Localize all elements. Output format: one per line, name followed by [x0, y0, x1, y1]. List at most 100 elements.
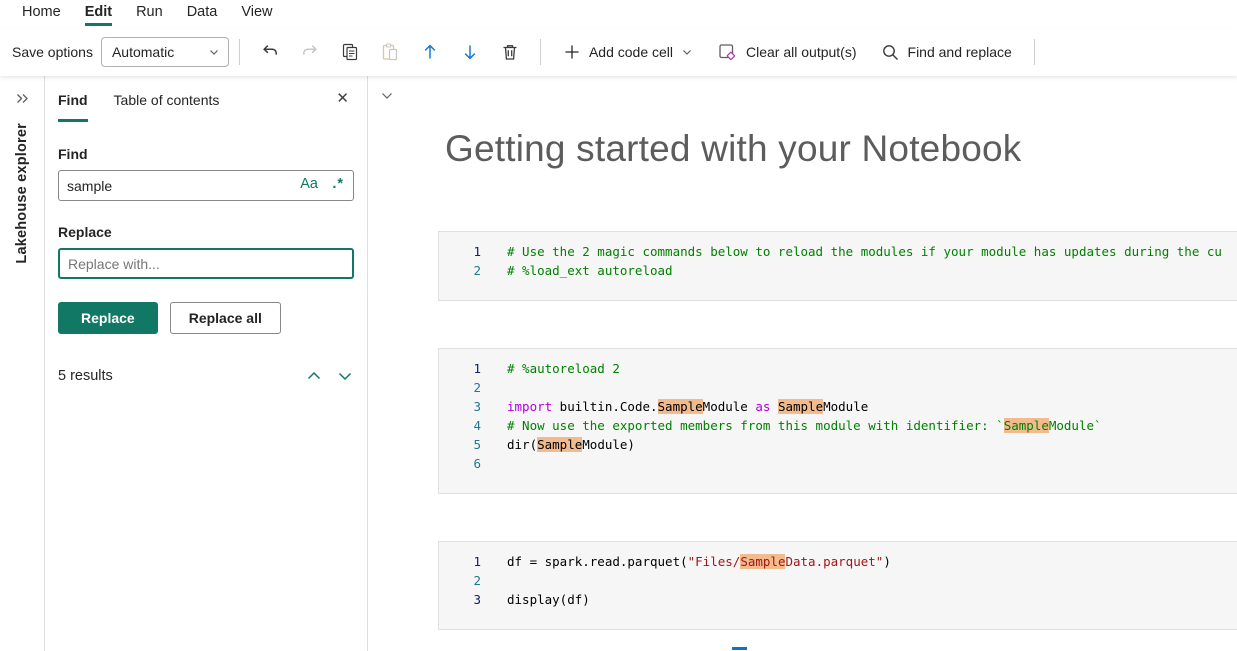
- code-cell[interactable]: 1 # Use the 2 magic commands below to rel…: [438, 231, 1237, 301]
- find-and-replace-button[interactable]: Find and replace: [869, 32, 1024, 72]
- chevron-down-icon: [336, 367, 354, 385]
- replace-label: Replace: [58, 224, 354, 240]
- notebook-canvas: Getting started with your Notebook 1 # Us…: [368, 76, 1237, 651]
- chevron-up-icon: [305, 367, 323, 385]
- search-match-highlight: Sample: [537, 437, 582, 452]
- line-number: 3: [439, 397, 481, 416]
- code-line: 4 # Now use the exported members from thi…: [439, 416, 1237, 435]
- copy-button[interactable]: [330, 32, 370, 72]
- line-number: 1: [439, 359, 481, 378]
- code-line: 6: [439, 454, 1237, 473]
- code-text: display(df): [507, 590, 590, 609]
- line-number: 1: [439, 552, 481, 571]
- code-line: 3 import builtin.Code.SampleModule as Sam…: [439, 397, 1237, 416]
- line-number: 3: [439, 590, 481, 609]
- find-panel-body: Find Aa .* Replace Replace Replace all 5…: [45, 122, 367, 385]
- menu-home[interactable]: Home: [10, 0, 73, 26]
- line-number: 2: [439, 261, 481, 280]
- menu-run[interactable]: Run: [124, 0, 175, 26]
- search-icon: [881, 43, 900, 62]
- find-panel: Find Table of contents ✕ Find Aa .* Repl…: [45, 76, 368, 651]
- code-cell[interactable]: 1 # %autoreload 223 import builtin.Code.Sa…: [438, 348, 1237, 494]
- code-text: # %autoreload 2: [507, 359, 620, 378]
- code-text: df = spark.read.parquet("Files/SampleDat…: [507, 552, 891, 571]
- line-number: 2: [439, 571, 481, 590]
- regex-icon[interactable]: .*: [332, 176, 344, 192]
- code-line: 2 # %load_ext autoreload: [439, 261, 1237, 280]
- code-line: 3 display(df): [439, 590, 1237, 609]
- arrow-down-icon: [460, 42, 480, 62]
- search-match-highlight: Sample: [1004, 418, 1049, 433]
- match-case-icon[interactable]: Aa: [300, 176, 318, 192]
- line-number: 6: [439, 454, 481, 473]
- save-options-label: Save options: [12, 44, 93, 60]
- collapse-section-button[interactable]: [379, 88, 395, 104]
- code-text: # %load_ext autoreload: [507, 261, 673, 280]
- find-panel-tabs: Find Table of contents ✕: [45, 76, 367, 122]
- tab-find[interactable]: Find: [58, 92, 88, 122]
- close-icon[interactable]: ✕: [336, 89, 349, 107]
- add-code-cell-button[interactable]: Add code cell: [551, 32, 705, 72]
- code-line: 2: [439, 571, 1237, 590]
- code-line: 1 # %autoreload 2: [439, 359, 1237, 378]
- notebook-cells: 1 # Use the 2 magic commands below to rel…: [438, 231, 1237, 651]
- move-cell-up-button[interactable]: [410, 32, 450, 72]
- redo-icon: [300, 42, 320, 62]
- undo-button[interactable]: [250, 32, 290, 72]
- notebook-title: Getting started with your Notebook: [445, 128, 1022, 170]
- copy-icon: [340, 42, 360, 62]
- code-line: 2: [439, 378, 1237, 397]
- code-line: 1 df = spark.read.parquet("Files/SampleDa…: [439, 552, 1237, 571]
- menu-view[interactable]: View: [229, 0, 284, 26]
- toolbar-divider: [1034, 39, 1035, 65]
- delete-cell-button[interactable]: [490, 32, 530, 72]
- clear-all-outputs-label: Clear all output(s): [746, 44, 857, 60]
- code-line: 1 # Use the 2 magic commands below to rel…: [439, 242, 1237, 261]
- line-number: 1: [439, 242, 481, 261]
- line-number: 4: [439, 416, 481, 435]
- arrow-up-icon: [420, 42, 440, 62]
- code-text: dir(SampleModule): [507, 435, 635, 454]
- menu-data[interactable]: Data: [175, 0, 230, 26]
- search-match-highlight: Sample: [658, 399, 703, 414]
- previous-result-button[interactable]: [305, 367, 323, 385]
- toolbar: Save options Automatic: [0, 28, 1237, 76]
- left-rail: Lakehouse explorer: [0, 76, 45, 651]
- paste-button[interactable]: [370, 32, 410, 72]
- results-count: 5 results: [58, 368, 113, 384]
- code-line: 5dir(SampleModule): [439, 435, 1237, 454]
- trash-icon: [500, 42, 520, 62]
- clear-outputs-icon: [717, 42, 738, 63]
- save-mode-value: Automatic: [112, 44, 174, 60]
- search-match-highlight: Sample: [778, 399, 823, 414]
- menubar: Home Edit Run Data View: [0, 0, 1237, 28]
- replace-input[interactable]: [58, 248, 354, 279]
- redo-button[interactable]: [290, 32, 330, 72]
- save-mode-select[interactable]: Automatic: [101, 37, 229, 67]
- paste-icon: [380, 42, 400, 62]
- code-text: import builtin.Code.SampleModule as Samp…: [507, 397, 868, 416]
- find-and-replace-label: Find and replace: [908, 44, 1012, 60]
- horizontal-scrollbar-thumb[interactable]: [732, 647, 747, 650]
- clear-all-outputs-button[interactable]: Clear all output(s): [705, 32, 869, 72]
- next-result-button[interactable]: [336, 367, 354, 385]
- plus-icon: [563, 43, 581, 61]
- tab-table-of-contents[interactable]: Table of contents: [114, 92, 220, 119]
- move-cell-down-button[interactable]: [450, 32, 490, 72]
- chevron-down-icon: [681, 46, 693, 58]
- menu-edit[interactable]: Edit: [73, 0, 124, 26]
- add-code-cell-label: Add code cell: [589, 44, 673, 60]
- replace-button[interactable]: Replace: [58, 302, 158, 334]
- code-text: # Use the 2 magic commands below to relo…: [507, 242, 1222, 261]
- code-cell[interactable]: 1 df = spark.read.parquet("Files/SampleDa…: [438, 541, 1237, 630]
- toolbar-divider: [540, 39, 541, 65]
- toolbar-divider: [239, 39, 240, 65]
- search-match-highlight: Sample: [740, 554, 785, 569]
- undo-icon: [260, 42, 280, 62]
- code-text: # Now use the exported members from this…: [507, 416, 1102, 435]
- lakehouse-explorer-label[interactable]: Lakehouse explorer: [14, 123, 30, 264]
- double-chevron-right-icon: [14, 90, 31, 107]
- chevron-down-icon: [379, 88, 395, 104]
- replace-all-button[interactable]: Replace all: [170, 302, 281, 334]
- expand-panel-button[interactable]: [14, 90, 31, 107]
